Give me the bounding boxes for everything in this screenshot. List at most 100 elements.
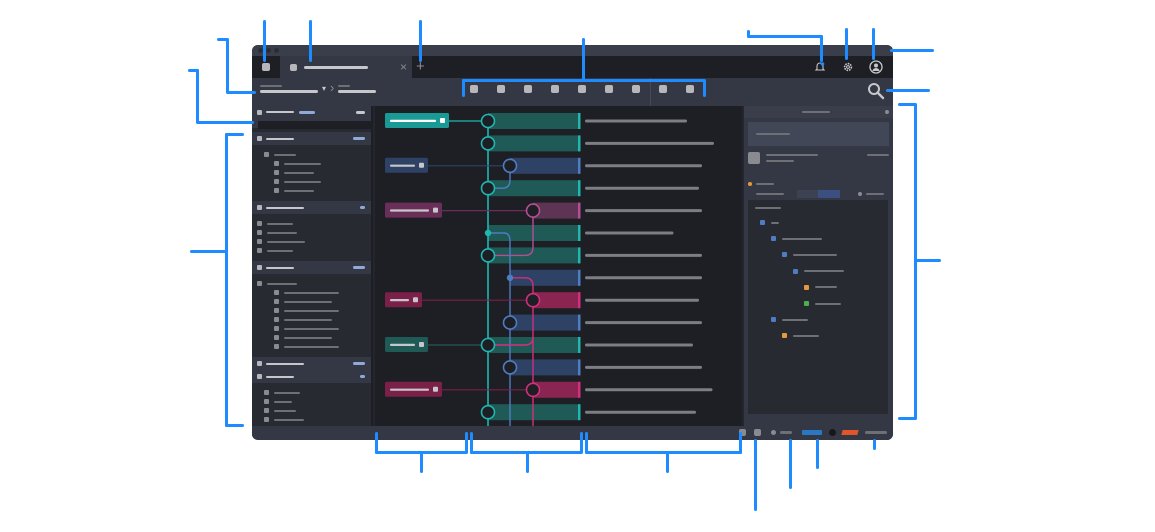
undo-button[interactable] [470,85,478,93]
file-node[interactable] [804,301,841,306]
commit-message [585,231,674,235]
callout-repo-tab [309,20,312,62]
callout-home-tab [263,20,266,62]
callout-version [873,439,876,450]
folder-node[interactable] [782,252,837,258]
sidebar-item[interactable] [252,159,371,168]
file-filter-row [744,182,893,202]
sidebar-section-stashes[interactable] [252,370,371,383]
folder-icon [771,317,776,323]
sidebar-item[interactable] [252,186,371,195]
commit-node [480,337,496,353]
chevron-down-icon[interactable]: ▾ [322,85,326,93]
checkbox[interactable] [858,192,862,196]
commit-row-marker [578,247,581,264]
sidebar-item[interactable] [252,177,371,186]
stash-button[interactable] [605,85,613,93]
status-blue-badge[interactable] [802,430,822,435]
open-button[interactable] [686,85,694,93]
sidebar-section-local[interactable] [252,132,371,145]
zoom-in-button[interactable] [754,429,761,436]
sidebar-item[interactable] [252,297,371,306]
section-count-badge [360,375,365,378]
commit-node [525,382,541,398]
avatar [748,152,760,164]
close-icon[interactable]: × [400,59,407,75]
callout-messages-r [739,432,742,454]
commit-row-marker [578,269,581,286]
folder-node[interactable] [760,220,779,225]
folder-node[interactable] [793,268,844,274]
sidebar-item[interactable] [252,150,371,159]
commit-node [502,158,518,174]
sidebar-item[interactable] [252,168,371,177]
filter-input[interactable] [258,121,371,129]
sidebar-section-tags[interactable] [252,357,371,370]
sidebar-item[interactable] [252,219,371,228]
sidebar-section-remote[interactable] [252,201,371,214]
commit-node [480,404,496,420]
pull-button[interactable] [524,85,532,93]
commit-message [585,186,699,190]
callout-branches-l [375,432,378,454]
callout-right-panel-bottom [898,417,916,420]
sidebar-item[interactable] [252,237,371,246]
sidebar-item[interactable] [252,315,371,324]
commit-message [585,209,702,213]
search-icon[interactable] [867,82,885,100]
callout-indicator [789,439,792,489]
file-node[interactable] [782,333,819,339]
toolbar-actions [470,85,694,93]
folder-node[interactable] [771,317,808,323]
redo-button[interactable] [497,85,505,93]
sidebar-item[interactable] [252,333,371,342]
view-toggle-tree[interactable] [818,190,840,198]
sidebar-section-pull-requests[interactable] [252,261,371,274]
commit-message [585,365,702,369]
sidebar-item[interactable] [252,306,371,315]
commit-node [480,136,496,151]
sidebar-item[interactable] [252,397,371,406]
close-icon[interactable] [885,110,889,114]
tab-home[interactable] [252,56,280,78]
branch-button[interactable] [578,85,586,93]
sidebar-item[interactable] [252,342,371,351]
commit-message-box[interactable] [748,122,889,146]
sidebar-item[interactable] [252,406,371,415]
file-tree [748,200,888,414]
sidebar-item[interactable] [252,288,371,297]
sidebar-item[interactable] [252,279,371,288]
file-node[interactable] [804,284,837,290]
window-maximize-button[interactable] [274,48,279,53]
sidebar-item[interactable] [252,228,371,237]
commit-row-marker [578,113,581,129]
sidebar-item[interactable] [252,246,371,255]
pop-button[interactable] [632,85,640,93]
sidebar-item[interactable] [252,324,371,333]
commit-row-bar [510,314,580,331]
bell-icon[interactable] [813,60,827,74]
status-orange-badge[interactable] [841,430,859,435]
window-minimize-button[interactable] [266,48,271,53]
branch-label-text [390,299,409,302]
callout-branches-stem [420,453,423,473]
callout-toolbar-right [703,79,706,97]
file-icon [782,333,787,339]
title-bar [252,45,893,56]
sidebar-item[interactable] [252,388,371,397]
breadcrumb-repository[interactable] [260,85,318,93]
folder-node[interactable] [771,236,822,242]
toolbar: ▾ › [252,78,893,106]
branch-label-icon [433,207,438,213]
account-icon[interactable] [869,60,883,74]
changes-icon [748,182,752,186]
status-dot-icon [829,429,836,436]
breadcrumb-branch[interactable] [338,85,377,93]
terminal-button[interactable] [659,85,667,93]
push-button[interactable] [551,85,559,93]
callout-graph-l [470,432,473,454]
commit-row-marker [578,381,581,398]
sidebar-item[interactable] [252,415,371,424]
tab-repo[interactable]: × [280,56,412,78]
gear-icon[interactable] [841,60,855,74]
